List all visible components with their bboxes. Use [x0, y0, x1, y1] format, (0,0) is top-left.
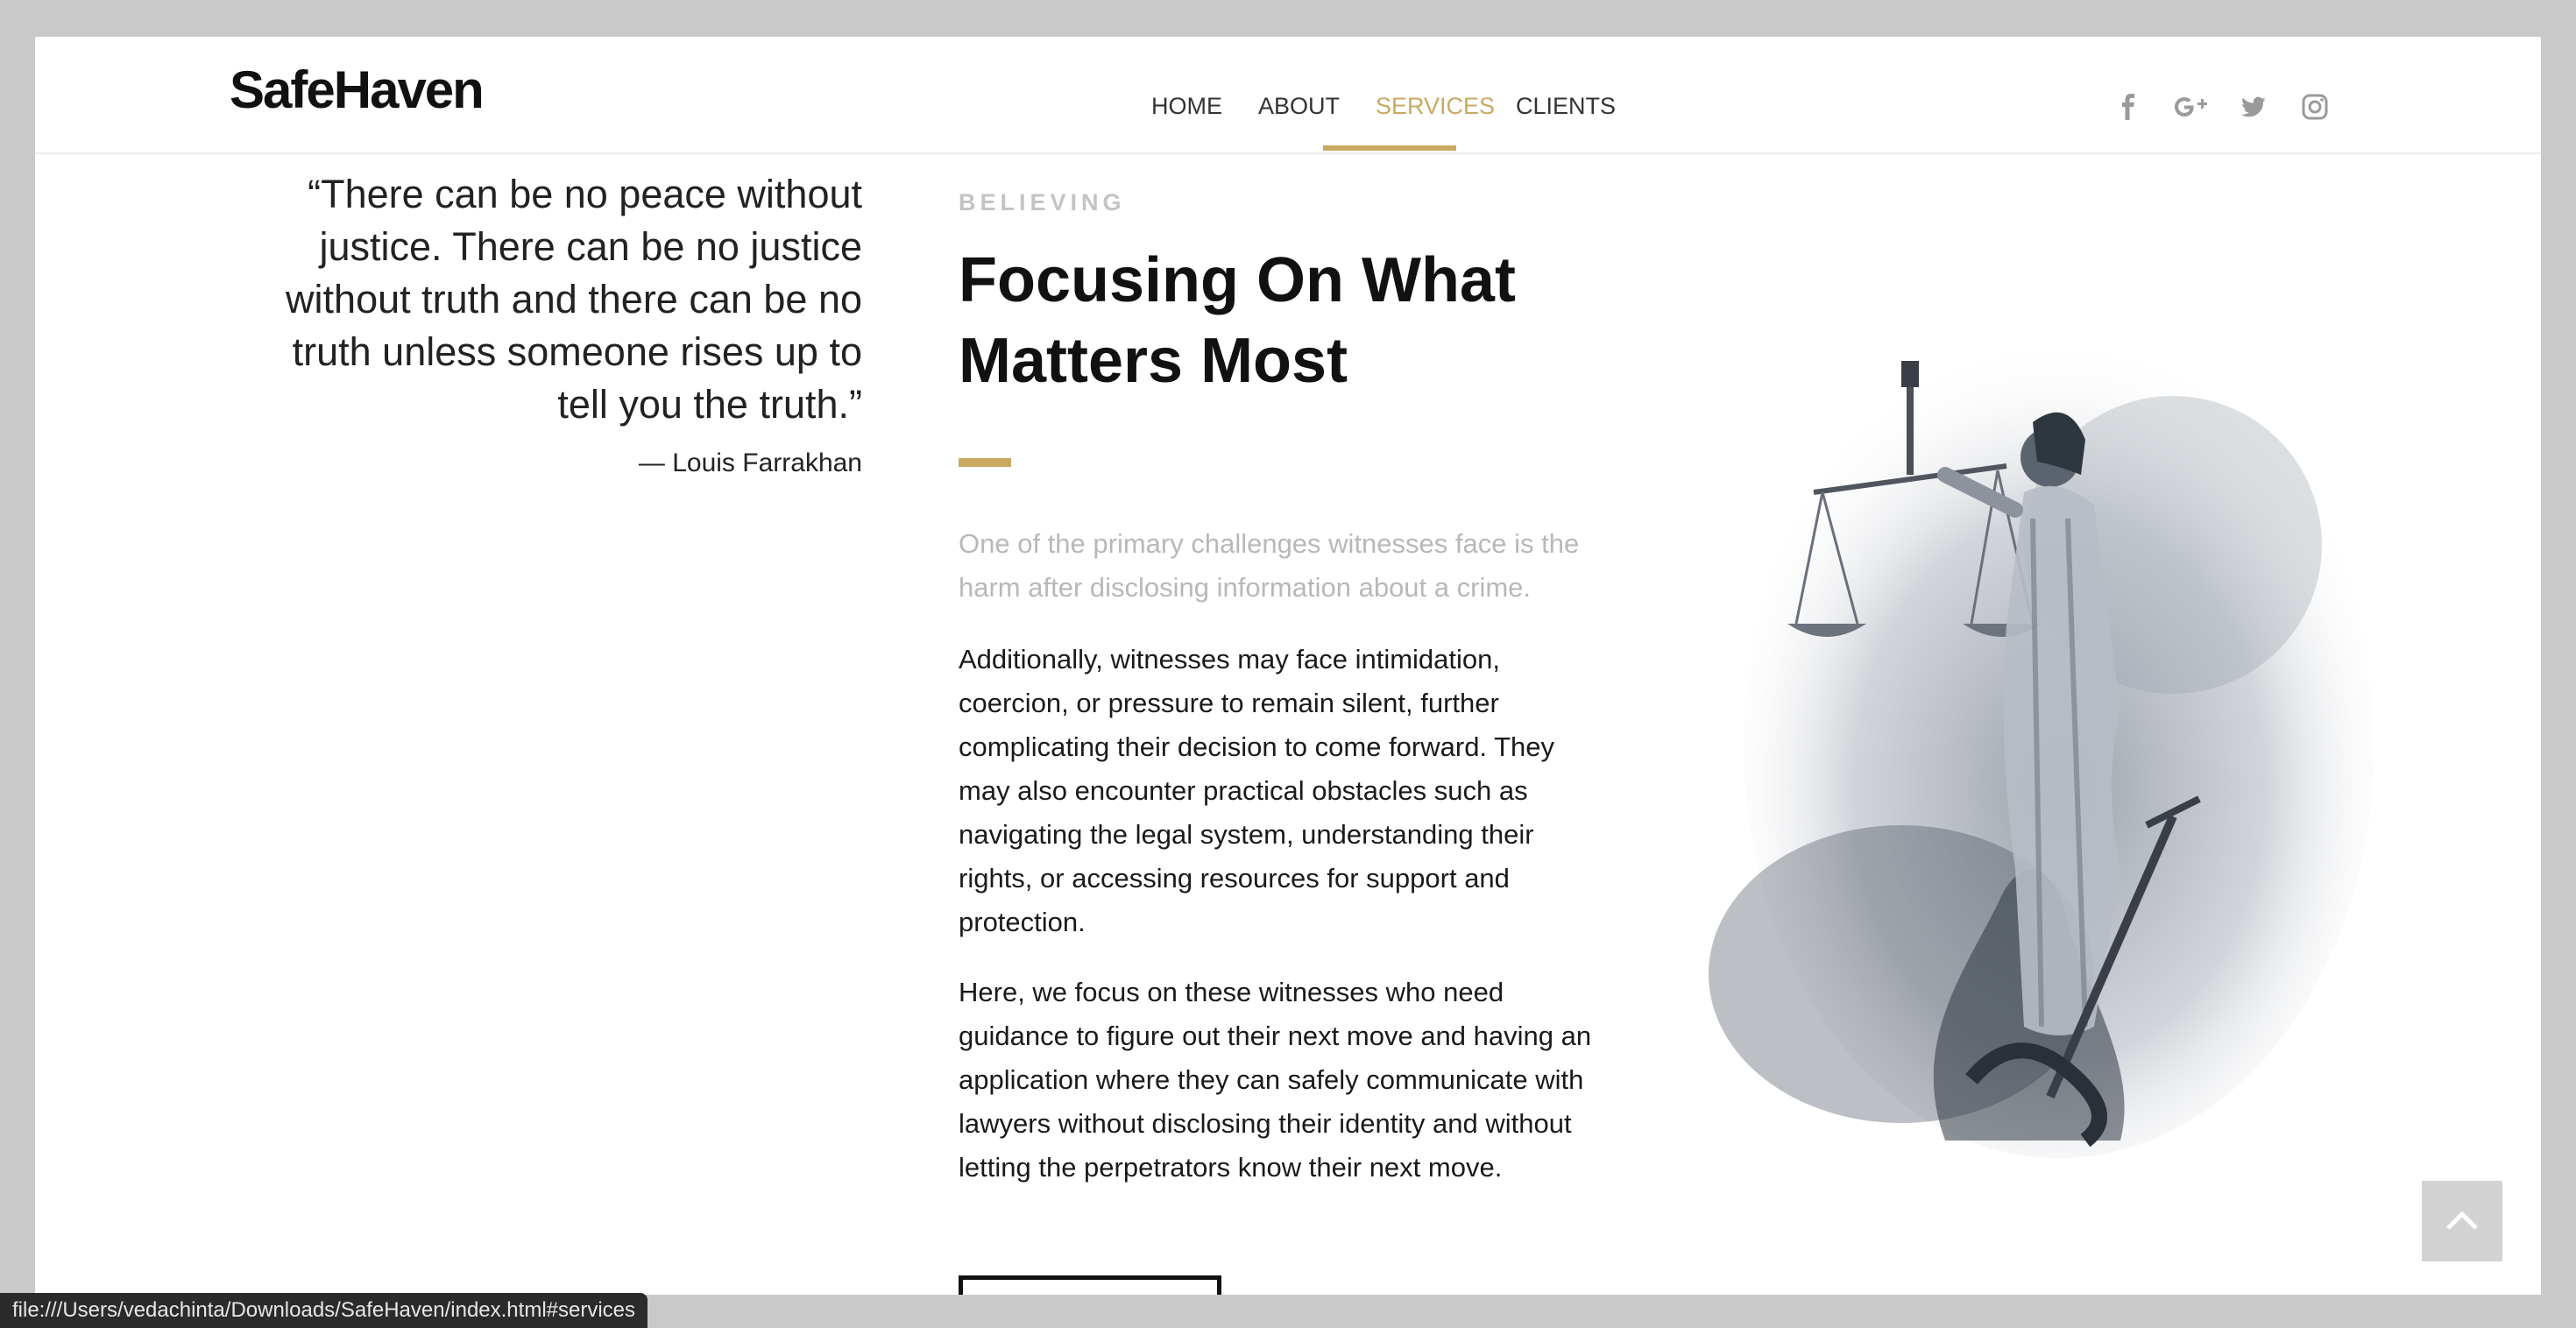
headline-line: Focusing On What	[959, 245, 1516, 315]
status-url: file:///Users/vedachinta/Downloads/SafeH…	[12, 1298, 636, 1322]
header-divider	[35, 152, 2541, 154]
nav-about[interactable]: ABOUT	[1258, 93, 1340, 120]
lady-justice-illustration	[1709, 335, 2374, 1158]
quote-text: “There can be no peace without justice. …	[245, 168, 862, 431]
back-to-top-button[interactable]	[2422, 1181, 2502, 1261]
body-line: coercion, or pressure to remain silent, …	[959, 688, 1499, 718]
logo[interactable]: SafeHaven	[230, 60, 485, 120]
headline-line: Matters Most	[959, 326, 1348, 396]
quote-line: “There can be no peace without	[308, 172, 862, 216]
nav-active-indicator	[1323, 145, 1456, 151]
body-line: complicating their decision to come forw…	[959, 731, 1555, 762]
nav-home[interactable]: HOME	[1151, 93, 1222, 120]
nav-services[interactable]: SERVICES	[1376, 93, 1495, 120]
lead-paragraph: One of the primary challenges witnesses …	[959, 522, 1624, 610]
nav-clients[interactable]: CLIENTS	[1516, 93, 1616, 120]
body-paragraph-2: Here, we focus on these witnesses who ne…	[959, 971, 1624, 1190]
lead-line: One of the primary challenges witnesses …	[959, 528, 1580, 559]
body-line: rights, or accessing resources for suppo…	[959, 863, 1510, 894]
google-plus-icon[interactable]	[2171, 89, 2212, 124]
page: SafeHaven HOME ABOUT SERVICES CLIENTS “T…	[35, 37, 2541, 1295]
quote-line: truth unless someone rises up to	[292, 329, 862, 374]
quote-author: — Louis Farrakhan	[638, 449, 862, 477]
body-line: navigating the legal system, understandi…	[959, 819, 1534, 850]
lead-line: harm after disclosing information about …	[959, 572, 1532, 603]
section-eyebrow: BELIEVING	[959, 189, 1126, 215]
twitter-icon[interactable]	[2236, 89, 2271, 124]
body-paragraph-1: Additionally, witnesses may face intimid…	[959, 638, 1624, 944]
cta-button[interactable]	[959, 1275, 1221, 1295]
body-line: protection.	[959, 907, 1086, 937]
body-line: application where they can safely commun…	[959, 1064, 1584, 1095]
site-header: SafeHaven HOME ABOUT SERVICES CLIENTS	[35, 37, 2541, 152]
body-line: Additionally, witnesses may face intimid…	[959, 644, 1500, 675]
body-line: may also encounter practical obstacles s…	[959, 775, 1528, 806]
body-line: letting the perpetrators know their next…	[959, 1152, 1503, 1183]
body-line: lawyers without disclosing their identit…	[959, 1108, 1572, 1139]
chevron-up-icon	[2446, 1211, 2478, 1230]
quote-line: justice. There can be no justice	[319, 224, 862, 269]
instagram-icon[interactable]	[2297, 89, 2332, 124]
body-line: guidance to figure out their next move a…	[959, 1021, 1592, 1051]
facebook-icon[interactable]	[2112, 89, 2147, 124]
body-line: Here, we focus on these witnesses who ne…	[959, 977, 1504, 1007]
section-headline: Focusing On What Matters Most	[959, 240, 1624, 401]
accent-divider	[959, 458, 1011, 467]
browser-status-bar: file:///Users/vedachinta/Downloads/SafeH…	[0, 1293, 648, 1328]
quote-line: without truth and there can be no	[286, 277, 862, 321]
quote-line: tell you the truth.”	[557, 382, 862, 427]
